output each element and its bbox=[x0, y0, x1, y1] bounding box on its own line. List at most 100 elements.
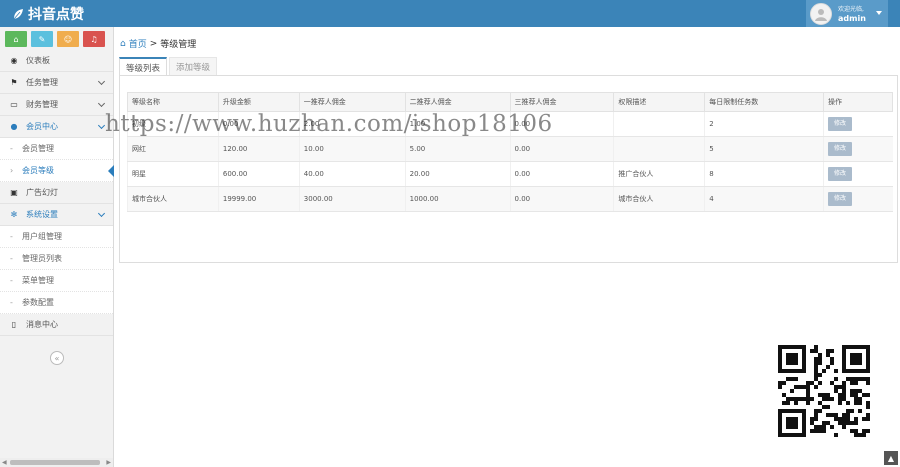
table-row: 明星 600.00 40.00 20.00 0.00 推广合伙人 8 修改 bbox=[127, 161, 893, 187]
column-header: 每日限制任务数 bbox=[704, 92, 825, 112]
table-body: 初级 0.00 2.00 1.00 0.00 2 修改 网红 120.00 10.00 5.00 0.… bbox=[127, 111, 893, 212]
sidebar-item[interactable]: ▭ 财务管理 bbox=[0, 94, 113, 116]
table-cell: 600.00 bbox=[217, 161, 300, 187]
users-shortcut-button[interactable]: ☺ bbox=[57, 31, 79, 47]
table-row: 城市合伙人 19999.00 3000.00 1000.00 0.00 城市合伙人 4 修改 bbox=[127, 186, 893, 212]
sidebar-item[interactable]: ◉ 仪表板 bbox=[0, 50, 113, 72]
edit-button[interactable]: 修改 bbox=[828, 192, 853, 206]
dash-icon: - bbox=[10, 254, 13, 263]
table-cell: 0.00 bbox=[217, 111, 300, 137]
scroll-left-icon[interactable]: ◀ bbox=[2, 459, 7, 466]
image-icon: ▣ bbox=[10, 188, 18, 197]
tab-level-list[interactable]: 等级列表 bbox=[119, 57, 168, 76]
column-header: 一推荐人佣金 bbox=[298, 92, 406, 112]
table-cell: 2 bbox=[704, 111, 824, 137]
edit-button[interactable]: 修改 bbox=[828, 142, 853, 156]
edit-button[interactable]: 修改 bbox=[828, 117, 853, 131]
bell-icon: ♫ bbox=[90, 34, 98, 44]
sidebar-item[interactable]: ▣ 广告幻灯 bbox=[0, 182, 113, 204]
sidebar-subitem[interactable]: - 会员管理 bbox=[0, 138, 113, 160]
breadcrumb-home-link[interactable]: 首页 bbox=[129, 37, 147, 50]
sidebar-subitem[interactable]: › 会员等级 bbox=[0, 160, 114, 182]
table-row: 初级 0.00 2.00 1.00 0.00 2 修改 bbox=[127, 111, 893, 137]
sidebar-item-label: 消息中心 bbox=[26, 320, 58, 329]
top-navbar: 抖音点赞 欢迎光临, admin bbox=[0, 0, 900, 27]
sidebar-item[interactable]: ⚑ 任务管理 bbox=[0, 72, 113, 94]
table-cell: 19999.00 bbox=[217, 186, 300, 212]
level-table: 等级名称 升级金额 一推荐人佣金 二推荐人佣金 三推荐人佣金 权限描述 每日限制任务数 操作 … bbox=[127, 92, 893, 212]
pencil-shortcut-button[interactable]: ✎ bbox=[31, 31, 53, 47]
table-row: 网红 120.00 10.00 5.00 0.00 5 修改 bbox=[127, 136, 893, 162]
chevron-down-icon bbox=[97, 99, 106, 108]
table-cell: 3000.00 bbox=[298, 186, 406, 212]
back-to-top-button[interactable]: ▲ bbox=[884, 451, 898, 465]
sidebar-subitem-label: 管理员列表 bbox=[22, 254, 62, 263]
table-cell: 20.00 bbox=[404, 161, 511, 187]
dash-icon: - bbox=[10, 298, 13, 307]
leaf-icon bbox=[13, 9, 23, 20]
sidebar-subitem[interactable]: - 菜单管理 bbox=[0, 270, 113, 292]
bell-shortcut-button[interactable]: ♫ bbox=[83, 31, 105, 47]
brand[interactable]: 抖音点赞 bbox=[12, 4, 84, 24]
user-menu[interactable]: 欢迎光临, admin bbox=[806, 0, 888, 27]
column-header: 三推荐人佣金 bbox=[509, 92, 615, 112]
sidebar-subitem[interactable]: - 管理员列表 bbox=[0, 248, 113, 270]
qr-code-image bbox=[778, 345, 870, 437]
sidebar-subitem[interactable]: - 用户组管理 bbox=[0, 226, 113, 248]
sidebar-subitem-label: 用户组管理 bbox=[22, 232, 62, 241]
bookmark-icon: ▯ bbox=[11, 320, 17, 329]
shortcut-buttons: ⌂ ✎ ☺ ♫ bbox=[0, 27, 113, 50]
home-shortcut-button[interactable]: ⌂ bbox=[5, 31, 27, 47]
breadcrumb-separator: > bbox=[149, 38, 158, 49]
table-cell: 0.00 bbox=[509, 161, 614, 187]
table-cell: 0.00 bbox=[509, 111, 614, 137]
horizontal-scrollbar[interactable]: ◀ ▶ bbox=[0, 458, 113, 467]
flag-icon: ⚑ bbox=[10, 78, 18, 87]
column-header: 升级金额 bbox=[217, 92, 300, 112]
column-header: 等级名称 bbox=[127, 92, 219, 112]
table-cell: 1000.00 bbox=[404, 186, 511, 212]
sidebar-collapse-button[interactable]: « bbox=[50, 351, 64, 365]
table-cell: 10.00 bbox=[298, 136, 406, 162]
table-cell: 4 bbox=[704, 186, 824, 212]
user-avatar-icon bbox=[815, 8, 827, 21]
tab-add-level[interactable]: 添加等级 bbox=[169, 57, 218, 76]
table-cell: 5.00 bbox=[404, 136, 511, 162]
username: admin bbox=[838, 13, 866, 23]
inbox-icon: ▭ bbox=[10, 100, 18, 109]
sidebar-item-label: 仪表板 bbox=[26, 56, 50, 65]
brand-title: 抖音点赞 bbox=[28, 7, 84, 23]
chevron-down-icon bbox=[97, 209, 106, 218]
scroll-right-icon[interactable]: ▶ bbox=[106, 459, 111, 466]
sidebar-item-label: 系统设置 bbox=[26, 210, 58, 219]
arrow-up-icon: ▲ bbox=[887, 453, 895, 463]
sidebar-item[interactable]: ▯ 消息中心 bbox=[0, 314, 113, 336]
sidebar-item[interactable]: ✻ 系统设置 bbox=[0, 204, 113, 226]
tab-bar: 等级列表 添加等级 bbox=[119, 57, 218, 76]
action-cell: 修改 bbox=[823, 111, 893, 137]
home-icon: ⌂ bbox=[120, 38, 126, 49]
table-cell: 8 bbox=[704, 161, 824, 187]
tab-panel: 等级名称 升级金额 一推荐人佣金 二推荐人佣金 三推荐人佣金 权限描述 每日限制任务数 操作 … bbox=[119, 75, 898, 263]
table-cell: 网红 bbox=[127, 136, 219, 162]
chevron-down-icon bbox=[97, 77, 106, 86]
sidebar-item-label: 任务管理 bbox=[26, 78, 58, 87]
pencil-icon: ✎ bbox=[38, 34, 46, 44]
edit-button[interactable]: 修改 bbox=[828, 167, 853, 181]
sidebar-item-label: 广告幻灯 bbox=[26, 188, 58, 197]
sidebar-subitem[interactable]: - 参数配置 bbox=[0, 292, 113, 314]
table-cell bbox=[613, 136, 705, 162]
sidebar-subitem-label: 菜单管理 bbox=[22, 276, 54, 285]
sidebar-item[interactable]: ● 会员中心 bbox=[0, 116, 113, 138]
column-header: 二推荐人佣金 bbox=[404, 92, 511, 112]
scrollbar-thumb[interactable] bbox=[10, 460, 100, 465]
table-cell: 5 bbox=[704, 136, 824, 162]
table-cell: 120.00 bbox=[217, 136, 300, 162]
users-icon: ☺ bbox=[63, 34, 73, 44]
chevron-down-icon bbox=[97, 121, 106, 130]
home-icon: ⌂ bbox=[13, 34, 19, 44]
sidebar: ⌂ ✎ ☺ ♫ ◉ 仪表板 ⚑ 任务管理 ▭ 财务管理 ● 会员中心 - 会员管理 › 会员等级 ▣ 广告幻灯 ✻… bbox=[0, 27, 114, 467]
action-cell: 修改 bbox=[823, 136, 893, 162]
table-cell: 城市合伙人 bbox=[127, 186, 219, 212]
table-cell bbox=[613, 111, 705, 137]
